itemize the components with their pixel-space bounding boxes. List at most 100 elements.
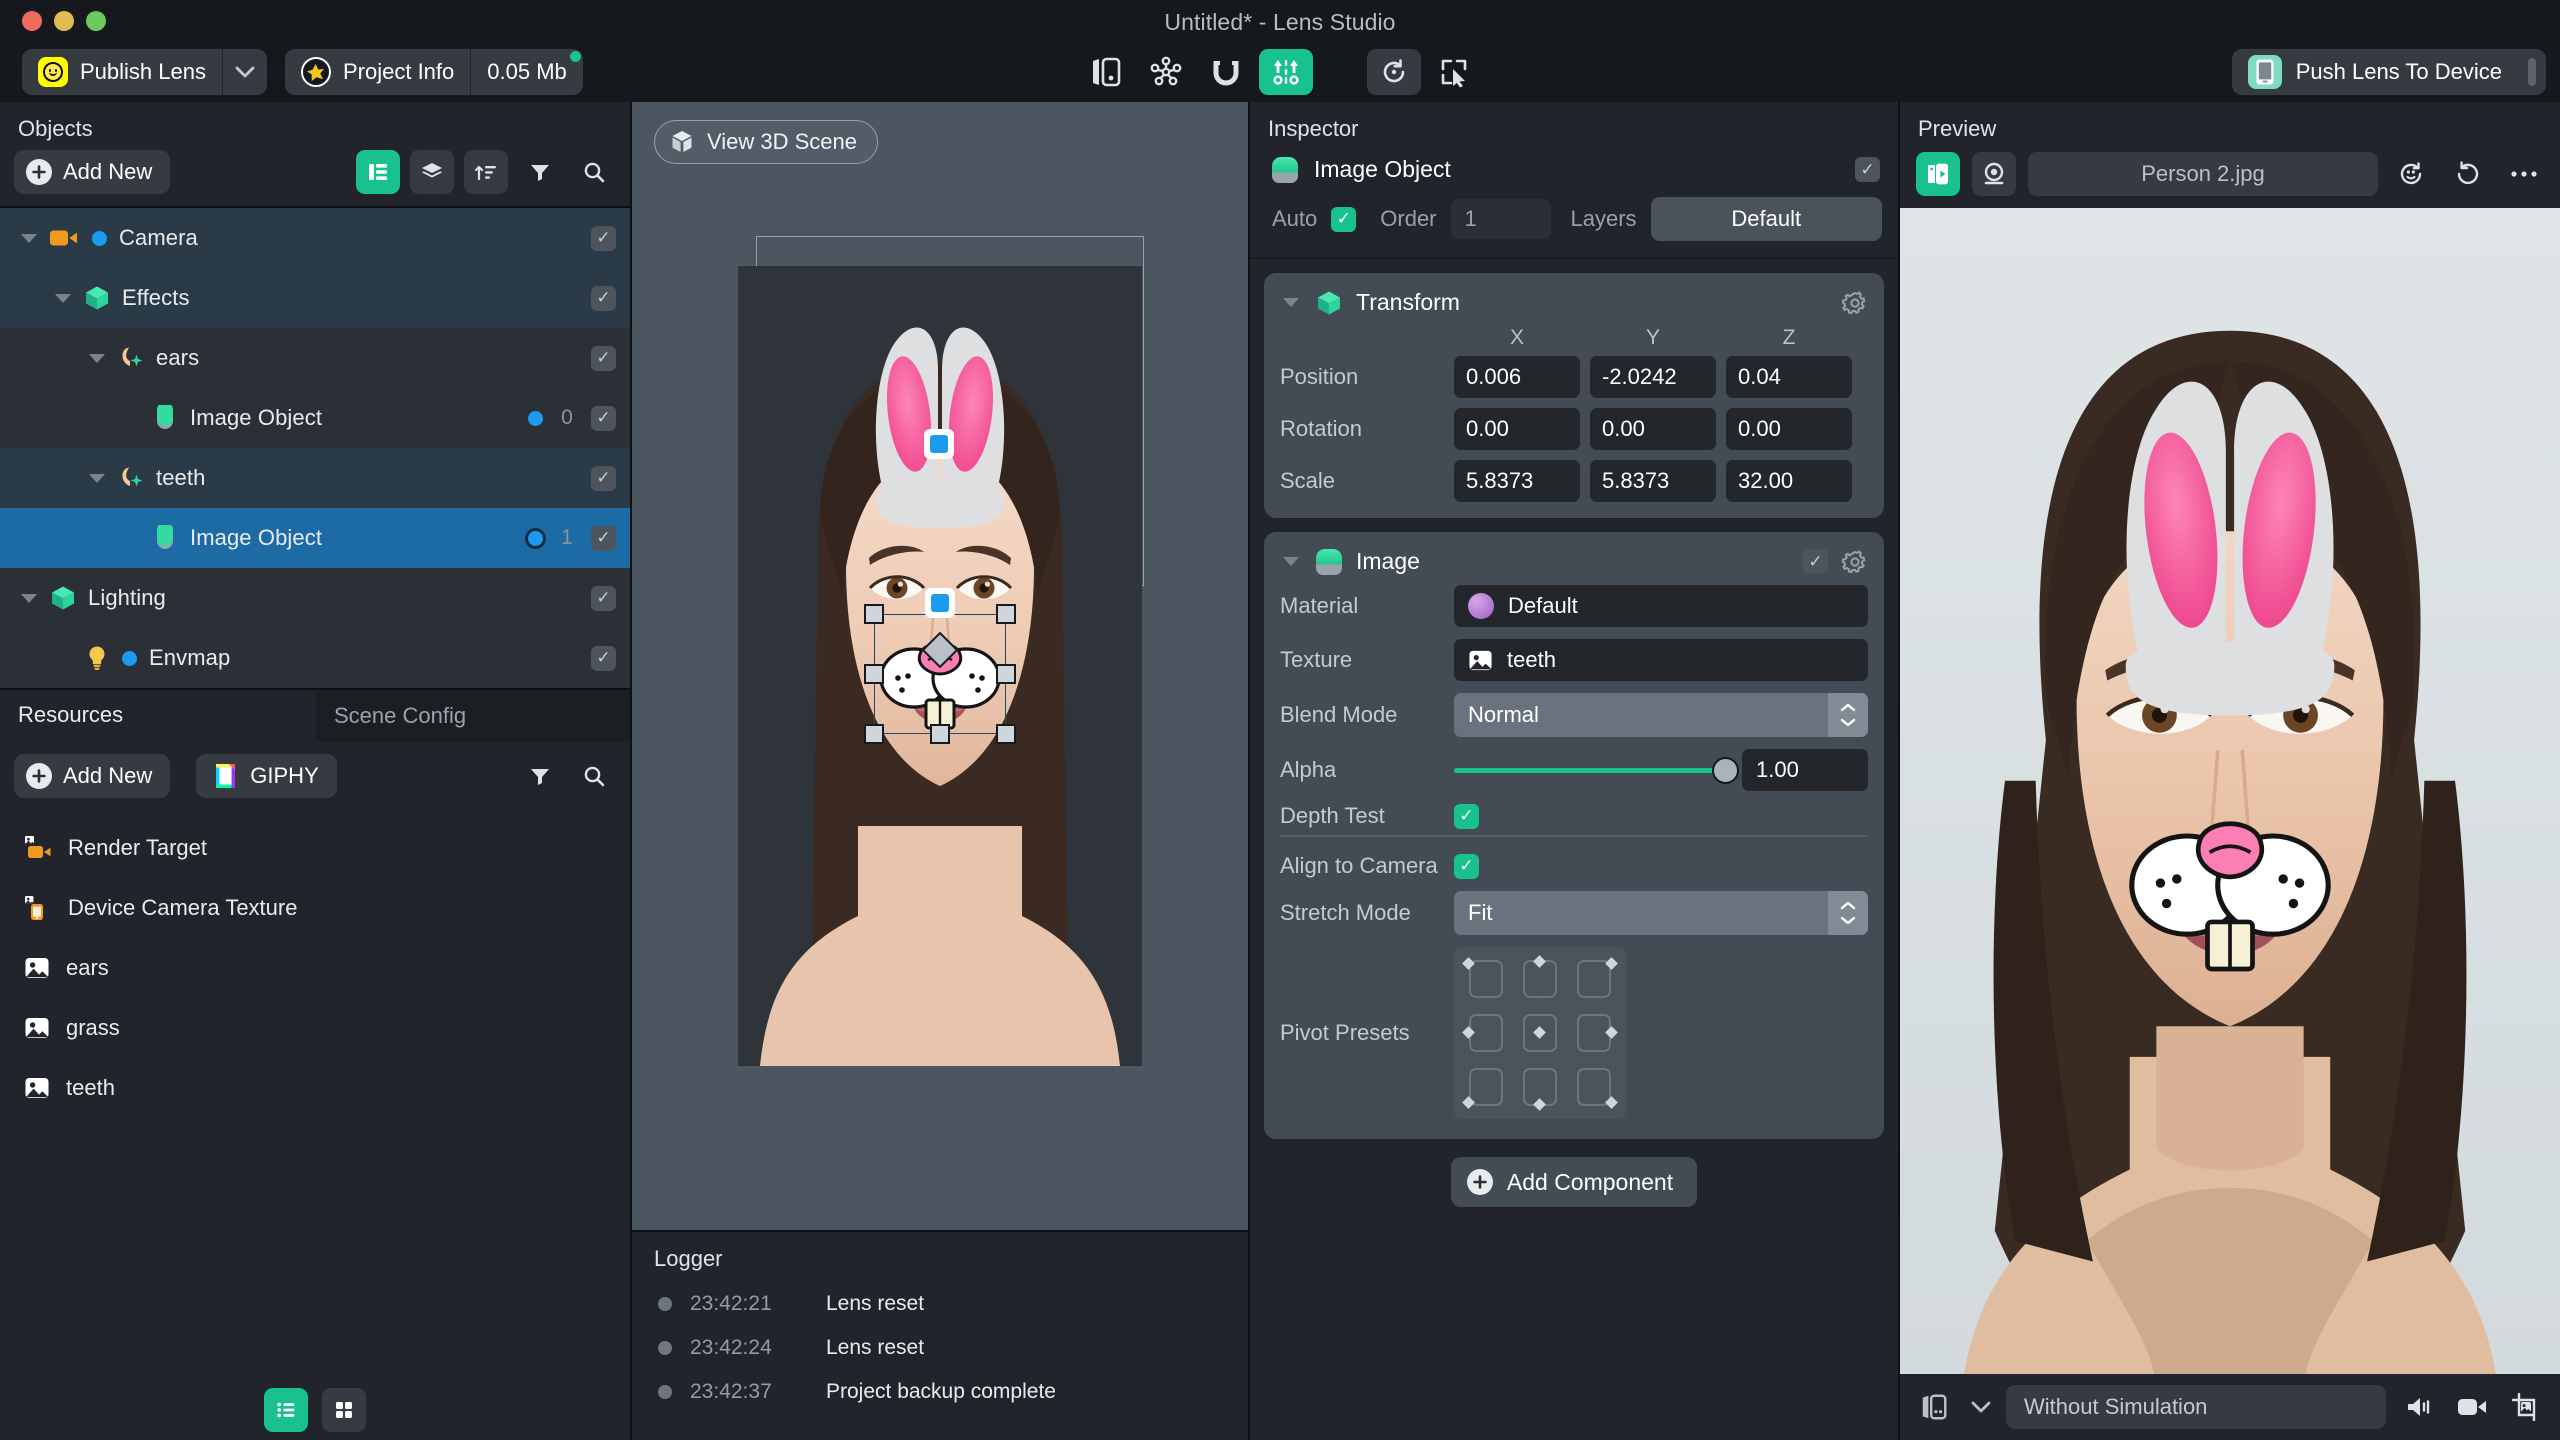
project-size-chip[interactable]: 0.05 Mb — [471, 49, 583, 95]
visibility-checkbox[interactable]: ✓ — [591, 225, 616, 251]
search-icon[interactable] — [572, 150, 616, 194]
list-item[interactable]: Device Camera Texture — [0, 878, 630, 938]
expand-caret-icon[interactable] — [18, 587, 40, 609]
search-icon[interactable] — [572, 754, 616, 798]
rotation-x-input[interactable]: 0.00 — [1454, 408, 1580, 450]
log-entry[interactable]: 23:42:24 Lens reset — [632, 1326, 1248, 1370]
visibility-checkbox[interactable]: ✓ — [591, 345, 616, 371]
device-preview-icon[interactable] — [1079, 49, 1133, 95]
align-to-camera-checkbox[interactable]: ✓ — [1454, 853, 1479, 879]
tree-row-selected[interactable]: Image Object 1 ✓ — [0, 508, 630, 568]
scale-z-input[interactable]: 32.00 — [1726, 460, 1852, 502]
project-info-button[interactable]: Project Info — [285, 49, 470, 95]
tree-row[interactable]: Lighting ✓ — [0, 568, 630, 628]
visibility-checkbox[interactable]: ✓ — [591, 525, 616, 551]
resize-handle-w[interactable] — [864, 664, 884, 684]
log-entry[interactable]: 23:42:21 Lens reset — [632, 1282, 1248, 1326]
reset-rotate-icon[interactable] — [2446, 152, 2490, 196]
asset-library-icon[interactable] — [1139, 49, 1193, 95]
scene-viewport[interactable]: View 3D Scene — [632, 102, 1248, 1230]
resize-handle-sw[interactable] — [864, 724, 884, 744]
scale-x-input[interactable]: 5.8373 — [1454, 460, 1580, 502]
tree-row[interactable]: teeth ✓ — [0, 448, 630, 508]
tab-scene-config[interactable]: Scene Config — [316, 690, 630, 742]
reset-icon[interactable] — [1367, 49, 1421, 95]
push-lens-to-device-button[interactable]: Push Lens To Device — [2232, 49, 2518, 95]
list-view-icon[interactable] — [264, 1388, 308, 1432]
visibility-checkbox[interactable]: ✓ — [591, 465, 616, 491]
pivot-preset-center[interactable] — [1516, 1009, 1564, 1057]
speaker-icon[interactable] — [2396, 1385, 2440, 1429]
grid-view-icon[interactable] — [322, 1388, 366, 1432]
cursor-select-icon[interactable] — [1427, 49, 1481, 95]
list-view-icon[interactable] — [356, 150, 400, 194]
layers-value-button[interactable]: Default — [1650, 197, 1882, 241]
pivot-preset-bottom-left[interactable] — [1462, 1063, 1510, 1111]
material-field[interactable]: Default — [1454, 585, 1868, 627]
pivot-preset-top-center[interactable] — [1516, 955, 1564, 1003]
alpha-slider[interactable] — [1454, 756, 1739, 784]
tab-resources[interactable]: Resources — [0, 690, 316, 742]
pivot-preset-middle-right[interactable] — [1570, 1009, 1618, 1057]
tree-row[interactable]: Effects ✓ — [0, 268, 630, 328]
gear-icon[interactable] — [1842, 549, 1868, 575]
auto-checkbox[interactable]: ✓ — [1331, 206, 1357, 232]
media-preview-icon[interactable] — [1916, 152, 1960, 196]
visibility-checkbox[interactable]: ✓ — [591, 585, 616, 611]
pivot-preset-middle-left[interactable] — [1462, 1009, 1510, 1057]
snapcode-refresh-icon[interactable] — [2390, 152, 2434, 196]
list-item[interactable]: grass — [0, 998, 630, 1058]
alpha-slider-knob[interactable] — [1712, 756, 1739, 784]
resize-handle-ne[interactable] — [996, 604, 1016, 624]
tree-row[interactable]: ears ✓ — [0, 328, 630, 388]
visibility-checkbox[interactable]: ✓ — [591, 285, 616, 311]
view-3d-scene-button[interactable]: View 3D Scene — [654, 120, 879, 164]
tree-row[interactable]: Image Object 0 ✓ — [0, 388, 630, 448]
resize-handle-e[interactable] — [996, 664, 1016, 684]
alpha-value-input[interactable]: 1.00 — [1742, 749, 1868, 791]
expand-caret-icon[interactable] — [86, 347, 108, 369]
rotation-z-input[interactable]: 0.00 — [1726, 408, 1852, 450]
teeth-object-gizmo[interactable] — [925, 588, 955, 618]
depth-test-checkbox[interactable]: ✓ — [1454, 803, 1479, 829]
simulation-select[interactable]: Without Simulation — [2006, 1385, 2386, 1429]
pivot-preset-top-left[interactable] — [1462, 955, 1510, 1003]
pivot-preset-top-right[interactable] — [1570, 955, 1618, 1003]
object-enabled-checkbox[interactable]: ✓ — [1855, 157, 1880, 182]
preview-stage[interactable] — [1900, 208, 2560, 1374]
expand-caret-icon[interactable] — [86, 467, 108, 489]
position-z-input[interactable]: 0.04 — [1726, 356, 1852, 398]
position-x-input[interactable]: 0.006 — [1454, 356, 1580, 398]
filter-icon[interactable] — [518, 754, 562, 798]
record-video-icon[interactable] — [2450, 1385, 2494, 1429]
list-item[interactable]: teeth — [0, 1058, 630, 1118]
resources-add-new-button[interactable]: Add New — [14, 754, 171, 798]
device-frame-icon[interactable] — [1912, 1385, 1956, 1429]
panel-resize-handle[interactable] — [2528, 58, 2536, 86]
collapse-caret-icon[interactable] — [1280, 292, 1302, 314]
visibility-checkbox[interactable]: ✓ — [591, 645, 616, 671]
list-item[interactable]: ears — [0, 938, 630, 998]
publish-options-chevron-down-icon[interactable] — [223, 49, 267, 95]
layers-icon[interactable] — [410, 150, 454, 194]
expand-caret-icon[interactable] — [52, 287, 74, 309]
gear-icon[interactable] — [1842, 290, 1868, 316]
visibility-checkbox[interactable]: ✓ — [591, 405, 616, 431]
screenshot-icon[interactable] — [2504, 1385, 2548, 1429]
add-component-button[interactable]: Add Component — [1450, 1157, 1698, 1207]
order-input[interactable]: 1 — [1450, 199, 1551, 239]
texture-field[interactable]: teeth — [1454, 639, 1868, 681]
sort-icon[interactable] — [464, 150, 508, 194]
giphy-button[interactable]: GIPHY — [196, 754, 337, 798]
more-options-icon[interactable] — [2502, 152, 2546, 196]
position-y-input[interactable]: -2.0242 — [1590, 356, 1716, 398]
scale-y-input[interactable]: 5.8373 — [1590, 460, 1716, 502]
collapse-caret-icon[interactable] — [1280, 551, 1302, 573]
tree-row[interactable]: Envmap ✓ — [0, 628, 630, 688]
resize-handle-s[interactable] — [930, 724, 950, 744]
expand-caret-icon[interactable] — [18, 227, 40, 249]
webcam-icon[interactable] — [1972, 152, 2016, 196]
blend-mode-select[interactable]: Normal — [1454, 693, 1868, 737]
magnet-snap-icon[interactable] — [1199, 49, 1253, 95]
tree-row[interactable]: Camera ✓ — [0, 208, 630, 268]
